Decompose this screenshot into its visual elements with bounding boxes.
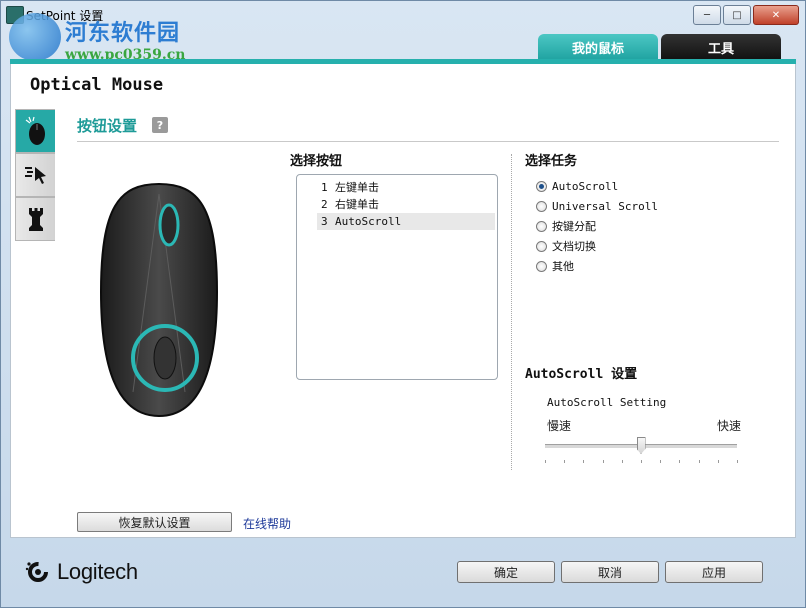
- mouse-buttons-icon: [25, 116, 45, 145]
- slider-tick: [679, 460, 681, 463]
- autoscroll-settings-title: AutoScroll 设置: [525, 363, 637, 382]
- autoscroll-setting-label: AutoScroll Setting: [547, 396, 667, 409]
- list-item-number: 3: [321, 215, 328, 228]
- radio-button[interactable]: [536, 180, 547, 192]
- main-tabs: 我的鼠标 工具: [538, 34, 781, 60]
- list-item-text: 左键单击: [335, 181, 379, 194]
- maximize-button[interactable]: □: [723, 5, 751, 25]
- settings-panel: Optical Mouse 按钮设置 ? 选择按钮 1 左键单击 2 右键单击 …: [10, 64, 796, 538]
- radio-label: AutoScroll: [552, 179, 619, 193]
- setpoint-window: SetPoint 设置 ─ □ ✕ 河东软件园 www.pc0359.cn 我的…: [0, 0, 806, 608]
- task-radio-group: AutoScroll Universal Scroll 按键分配 文档切换 其他: [536, 176, 658, 276]
- list-item[interactable]: 1 左键单击: [317, 179, 495, 196]
- tab-tools[interactable]: 工具: [661, 34, 781, 60]
- select-button-label: 选择按钮: [290, 154, 343, 169]
- help-icon[interactable]: ?: [152, 117, 168, 133]
- pointer-icon: [24, 167, 46, 184]
- list-item-text: AutoScroll: [335, 215, 402, 228]
- side-tabs: [15, 109, 55, 241]
- restore-defaults-button[interactable]: 恢复默认设置: [77, 512, 232, 532]
- radio-option-autoscroll[interactable]: AutoScroll: [536, 176, 658, 196]
- radio-label: 按键分配: [552, 220, 596, 233]
- radio-label: 文档切换: [552, 240, 596, 253]
- logitech-swirl-icon: [25, 562, 48, 582]
- radio-label: Universal Scroll: [552, 199, 658, 213]
- slider-tick: [602, 460, 604, 463]
- window-controls: ─ □ ✕: [693, 5, 799, 25]
- radio-option-key-assign[interactable]: 按键分配: [536, 216, 658, 236]
- apply-button[interactable]: 应用: [665, 561, 763, 583]
- cancel-button[interactable]: 取消: [561, 561, 659, 583]
- logitech-logo: Logitech: [25, 559, 138, 585]
- radio-label: 其他: [552, 260, 574, 273]
- side-tab-pointer[interactable]: [15, 153, 55, 197]
- column-divider: [511, 154, 512, 470]
- section-title: 按钮设置: [77, 117, 138, 135]
- radio-option-other[interactable]: 其他: [536, 256, 658, 276]
- slider-tick: [698, 460, 700, 463]
- logitech-wordmark: Logitech: [57, 559, 138, 584]
- slider-tick: [641, 460, 642, 463]
- radio-button[interactable]: [536, 200, 547, 212]
- radio-option-doc-switch[interactable]: 文档切换: [536, 236, 658, 256]
- speed-slider-thumb[interactable]: [636, 437, 646, 454]
- list-item-selected[interactable]: 3 AutoScroll: [317, 213, 495, 230]
- slider-tick: [564, 460, 566, 463]
- device-name: Optical Mouse: [30, 75, 164, 95]
- list-item-number: 1: [321, 181, 328, 194]
- button-listbox[interactable]: 1 左键单击 2 右键单击 3 AutoScroll: [296, 174, 498, 380]
- slider-tick: [621, 460, 623, 463]
- radio-button[interactable]: [536, 240, 547, 252]
- speed-slider-ticks: [545, 460, 738, 464]
- slider-tick: [660, 460, 662, 463]
- side-tab-buttons[interactable]: [15, 109, 55, 153]
- side-tab-game[interactable]: [15, 197, 55, 241]
- tab-my-mouse[interactable]: 我的鼠标: [538, 34, 658, 60]
- slider-tick: [545, 460, 546, 463]
- mouse-illustration: [99, 182, 219, 418]
- radio-button[interactable]: [536, 220, 547, 232]
- list-item-text: 右键单击: [335, 198, 379, 211]
- watermark-name: 河东软件园: [65, 20, 181, 46]
- select-task-label: 选择任务: [525, 154, 578, 169]
- watermark-logo-icon: [9, 13, 61, 61]
- slider-max-label: 快速: [717, 419, 742, 433]
- list-item-number: 2: [321, 198, 328, 211]
- chess-rook-icon: [28, 208, 43, 231]
- slider-tick: [737, 460, 738, 463]
- slider-tick: [717, 460, 719, 463]
- radio-button[interactable]: [536, 260, 547, 272]
- ok-button[interactable]: 确定: [457, 561, 555, 583]
- slider-min-label: 慢速: [547, 419, 572, 433]
- online-help-link[interactable]: 在线帮助: [243, 515, 291, 532]
- list-item[interactable]: 2 右键单击: [317, 196, 495, 213]
- section-divider: [77, 141, 779, 142]
- autoscroll-title-en: AutoScroll: [525, 367, 612, 382]
- autoscroll-title-cn: 设置: [611, 367, 638, 382]
- minimize-button[interactable]: ─: [693, 5, 721, 25]
- radio-option-universal-scroll[interactable]: Universal Scroll: [536, 196, 658, 216]
- close-button[interactable]: ✕: [753, 5, 799, 25]
- slider-tick: [583, 460, 585, 463]
